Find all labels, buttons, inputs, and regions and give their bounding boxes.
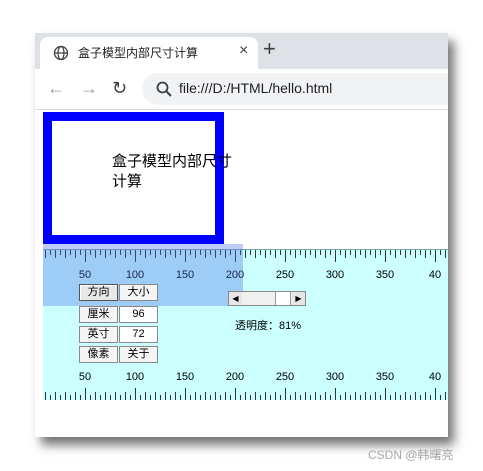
address-bar[interactable]: file:///D:/HTML/hello.html [142,73,448,105]
ruler-label-bottom: 100 [126,371,144,383]
page-viewport: 盒子模型内部尺寸计算 50 100 150 200 250 300 350 40 50 100 15… [35,110,448,437]
about-button[interactable]: 关于 [119,346,158,363]
ruler-label-bottom: 40 [429,371,441,383]
ruler-label-top: 250 [276,269,294,281]
ruler-label-top: 150 [176,269,194,281]
ruler-label-top: 100 [126,269,144,281]
opacity-label: 透明度：81% [235,320,302,332]
unit-pixel[interactable]: 像素 [79,346,118,363]
ruler-label-top: 40 [429,269,441,281]
close-icon[interactable]: × [239,42,248,60]
ruler-label-top: 300 [326,269,344,281]
browser-window: 盒子模型内部尺寸计算 × + ← → ↻ file:///D:/HTML/hel… [35,33,448,437]
unit-inch[interactable]: 英寸 [79,326,118,343]
blue-box: 盒子模型内部尺寸计算 [43,112,232,244]
unit-cm[interactable]: 厘米 [79,306,118,323]
globe-icon [53,45,69,61]
opacity-scrollbar[interactable]: ◀ ▶ [228,291,306,306]
scroll-right-icon[interactable]: ▶ [292,292,305,305]
watermark: CSDN @韩曙亮 [368,448,454,462]
ruler-label-bottom: 50 [79,371,91,383]
scroll-thumb[interactable] [275,292,291,305]
forward-icon[interactable]: → [80,78,98,98]
box-text: 盒子模型内部尺寸计算 [112,153,233,190]
value-inch: 72 [119,326,158,343]
ruler-label-bottom: 250 [276,371,294,383]
new-tab-icon[interactable]: + [263,37,276,61]
value-cm: 96 [119,306,158,323]
scroll-left-icon[interactable]: ◀ [229,292,242,305]
ruler-label-top: 350 [376,269,394,281]
size-button[interactable]: 大小 [119,284,158,301]
direction-button[interactable]: 方向 [79,284,118,301]
back-icon[interactable]: ← [47,78,65,98]
tab-title: 盒子模型内部尺寸计算 [78,46,199,60]
ruler-label-bottom: 350 [376,371,394,383]
ruler-label-top: 200 [226,269,244,281]
toolbar: ← → ↻ file:///D:/HTML/hello.html [35,69,448,110]
reload-icon[interactable]: ↻ [112,78,127,98]
search-icon [156,81,172,97]
ruler-label-bottom: 300 [326,371,344,383]
tab-active[interactable]: 盒子模型内部尺寸计算 × [40,37,258,69]
ruler-label-top: 50 [79,269,91,281]
url-text: file:///D:/HTML/hello.html [179,80,333,96]
ruler-label-bottom: 150 [176,371,194,383]
ruler-label-bottom: 200 [226,371,244,383]
tab-strip: 盒子模型内部尺寸计算 × + [35,33,448,69]
